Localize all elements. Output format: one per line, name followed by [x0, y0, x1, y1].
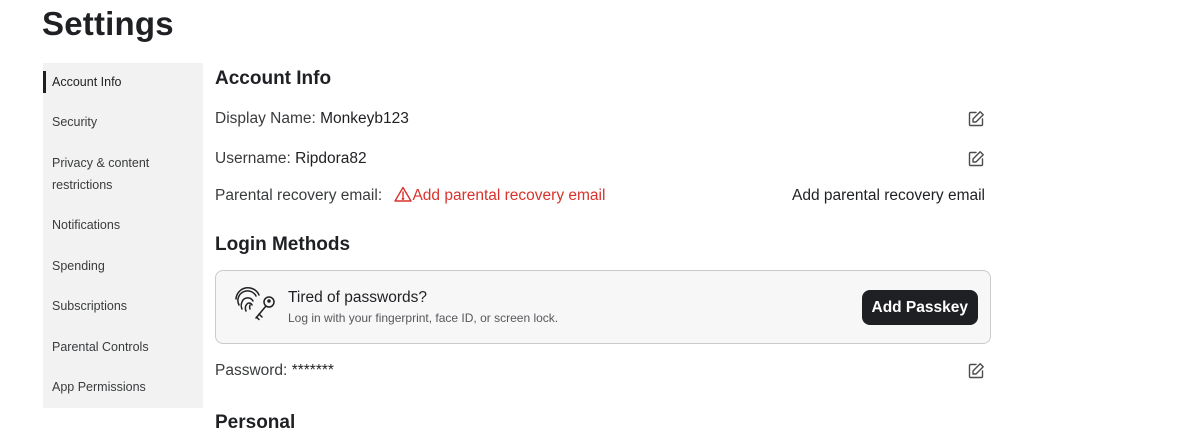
sidebar-item-parental-controls[interactable]: Parental Controls [43, 336, 203, 358]
parental-email-row: Parental recovery email: Add parental re… [215, 183, 991, 209]
display-name-value: Monkeyb123 [320, 110, 409, 127]
display-name-row: Display Name: Monkeyb123 [215, 106, 991, 132]
username-label: Username: [215, 150, 291, 167]
sidebar-item-app-permissions[interactable]: App Permissions [43, 376, 203, 398]
sidebar-item-notifications[interactable]: Notifications [43, 214, 203, 236]
parental-email-label: Parental recovery email: [215, 187, 383, 204]
username-value: Ripdora82 [295, 150, 367, 167]
password-label: Password: [215, 362, 288, 379]
personal-heading: Personal [215, 412, 296, 433]
passkey-subtitle: Log in with your fingerprint, face ID, o… [288, 311, 559, 325]
edit-username-button[interactable] [967, 150, 985, 168]
settings-sidebar: Account Info Security Privacy & content … [43, 63, 203, 408]
passkey-card: Tired of passwords? Log in with your fin… [215, 270, 991, 344]
sidebar-item-security[interactable]: Security [43, 111, 203, 133]
parental-email-warning[interactable]: Add parental recovery email [386, 186, 606, 204]
sidebar-item-subscriptions[interactable]: Subscriptions [43, 295, 203, 317]
password-value: ******* [291, 362, 334, 379]
parental-email-warning-text: Add parental recovery email [412, 187, 606, 204]
account-info-heading: Account Info [215, 68, 332, 89]
username-row: Username: Ripdora82 [215, 146, 991, 172]
warning-triangle-icon [394, 186, 413, 202]
page-title: Settings [42, 5, 174, 42]
fingerprint-key-icon [235, 287, 275, 321]
login-methods-heading: Login Methods [215, 234, 351, 255]
edit-icon [968, 151, 984, 167]
edit-icon [968, 363, 984, 379]
add-parental-email-link[interactable]: Add parental recovery email [792, 183, 985, 209]
sidebar-item-privacy[interactable]: Privacy & content restrictions [43, 152, 163, 196]
sidebar-item-account-info[interactable]: Account Info [43, 71, 203, 93]
add-passkey-button[interactable]: Add Passkey [861, 290, 978, 325]
display-name-label: Display Name: [215, 110, 316, 127]
sidebar-item-spending[interactable]: Spending [43, 255, 203, 277]
edit-display-name-button[interactable] [967, 110, 985, 128]
passkey-title: Tired of passwords? [288, 289, 427, 306]
edit-icon [968, 111, 984, 127]
edit-password-button[interactable] [967, 362, 985, 380]
password-row: Password: ******* [215, 358, 991, 384]
